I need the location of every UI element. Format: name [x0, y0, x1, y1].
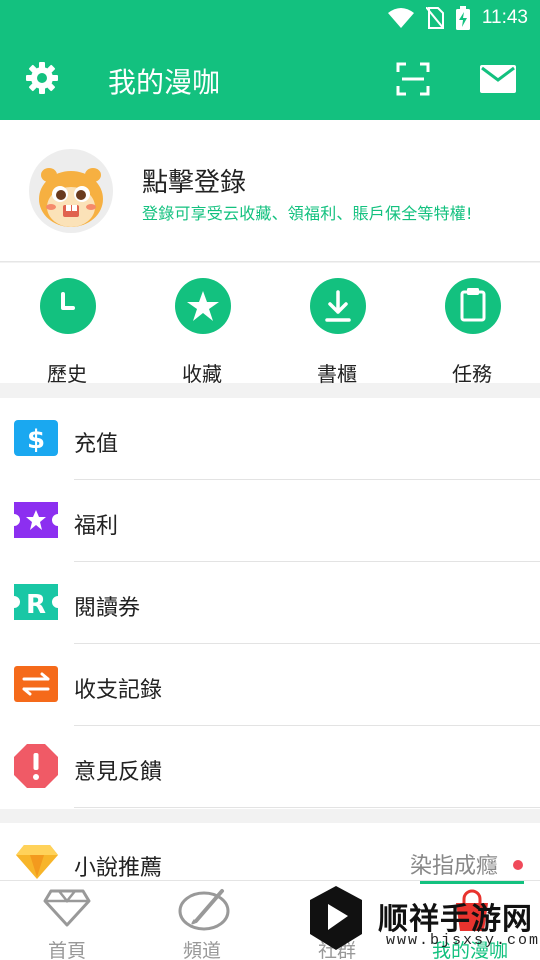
page-title: 我的漫咖: [108, 66, 221, 99]
wifi-icon: [387, 8, 414, 28]
history-action[interactable]: 歷史: [17, 278, 117, 386]
app-bar: 我的漫咖: [0, 36, 540, 120]
gear-icon[interactable]: [24, 60, 60, 96]
novel-recommendation[interactable]: 小說推薦 染指成癮: [0, 823, 540, 881]
recommended-novel-title[interactable]: 染指成癮: [410, 848, 498, 880]
quick-actions: 歷史 收藏 書櫃 任務: [0, 263, 540, 386]
clock-time: 11:43: [481, 7, 528, 28]
menu-item-label: 充值: [74, 432, 119, 457]
favorites-action[interactable]: 收藏: [152, 278, 252, 386]
download-icon: [325, 290, 351, 322]
menu-list: $ 充值 福利 R 閱讀券 收支記錄 意見反饋: [0, 398, 540, 809]
watermark-url: www.bjsxsy.com: [386, 932, 540, 949]
svg-text:$: $: [27, 425, 45, 455]
novel-label: 小說推薦: [74, 856, 163, 881]
dollar-icon: $: [14, 420, 58, 456]
star-icon: [187, 291, 219, 321]
tab-label: 頻道: [182, 940, 221, 960]
r-ticket-icon: R: [14, 584, 58, 620]
mail-icon[interactable]: [480, 65, 516, 93]
login-subtitle: 登錄可享受云收藏、領福利、賬戶保全等特權!: [142, 204, 473, 223]
history-label: 歷史: [47, 362, 87, 386]
profile-section[interactable]: 點擊登錄 登錄可享受云收藏、領福利、賬戶保全等特權!: [0, 120, 540, 262]
scan-icon[interactable]: [396, 62, 430, 96]
favorites-label: 收藏: [182, 362, 222, 386]
tab-label: 首頁: [47, 940, 86, 960]
tab-channel[interactable]: 頻道: [152, 881, 252, 960]
menu-item-feedback[interactable]: 意見反饋: [0, 726, 540, 808]
bookshelf-action[interactable]: 書櫃: [287, 278, 387, 386]
tasks-action[interactable]: 任務: [422, 278, 522, 386]
diamond-icon: [16, 845, 58, 879]
divider: [74, 807, 540, 808]
menu-item-transactions[interactable]: 收支記錄: [0, 644, 540, 726]
warning-octagon-icon: [14, 744, 58, 788]
menu-item-label: 閱讀券: [74, 596, 141, 621]
menu-item-label: 收支記錄: [74, 678, 163, 703]
bookshelf-label: 書櫃: [317, 362, 357, 386]
svg-text:R: R: [26, 590, 46, 620]
battery-charging-icon: [455, 6, 470, 30]
tab-home[interactable]: 首頁: [17, 881, 117, 960]
clock-icon: [61, 292, 75, 310]
tasks-label: 任務: [452, 362, 492, 386]
no-sim-icon: [425, 7, 444, 29]
watermark: 顺祥手游网 www.bjsxsy.com: [306, 884, 538, 954]
clipboard-icon: [460, 288, 486, 322]
watermark-logo: [310, 886, 362, 950]
palette-icon: [178, 889, 230, 931]
notification-dot: [513, 860, 523, 870]
exchange-icon: [14, 666, 58, 702]
star-ticket-icon: [14, 502, 58, 538]
menu-item-recharge[interactable]: $ 充值: [0, 398, 540, 480]
menu-item-welfare[interactable]: 福利: [0, 480, 540, 562]
login-title[interactable]: 點擊登錄: [142, 162, 246, 199]
menu-item-label: 福利: [74, 514, 119, 539]
menu-item-reading-voucher[interactable]: R 閱讀券: [0, 562, 540, 644]
hamster-avatar-icon: [39, 168, 103, 227]
diamond-outline-icon: [43, 889, 91, 927]
status-bar: 11:43: [0, 0, 540, 36]
avatar[interactable]: [29, 149, 113, 233]
menu-item-label: 意見反饋: [74, 760, 163, 785]
